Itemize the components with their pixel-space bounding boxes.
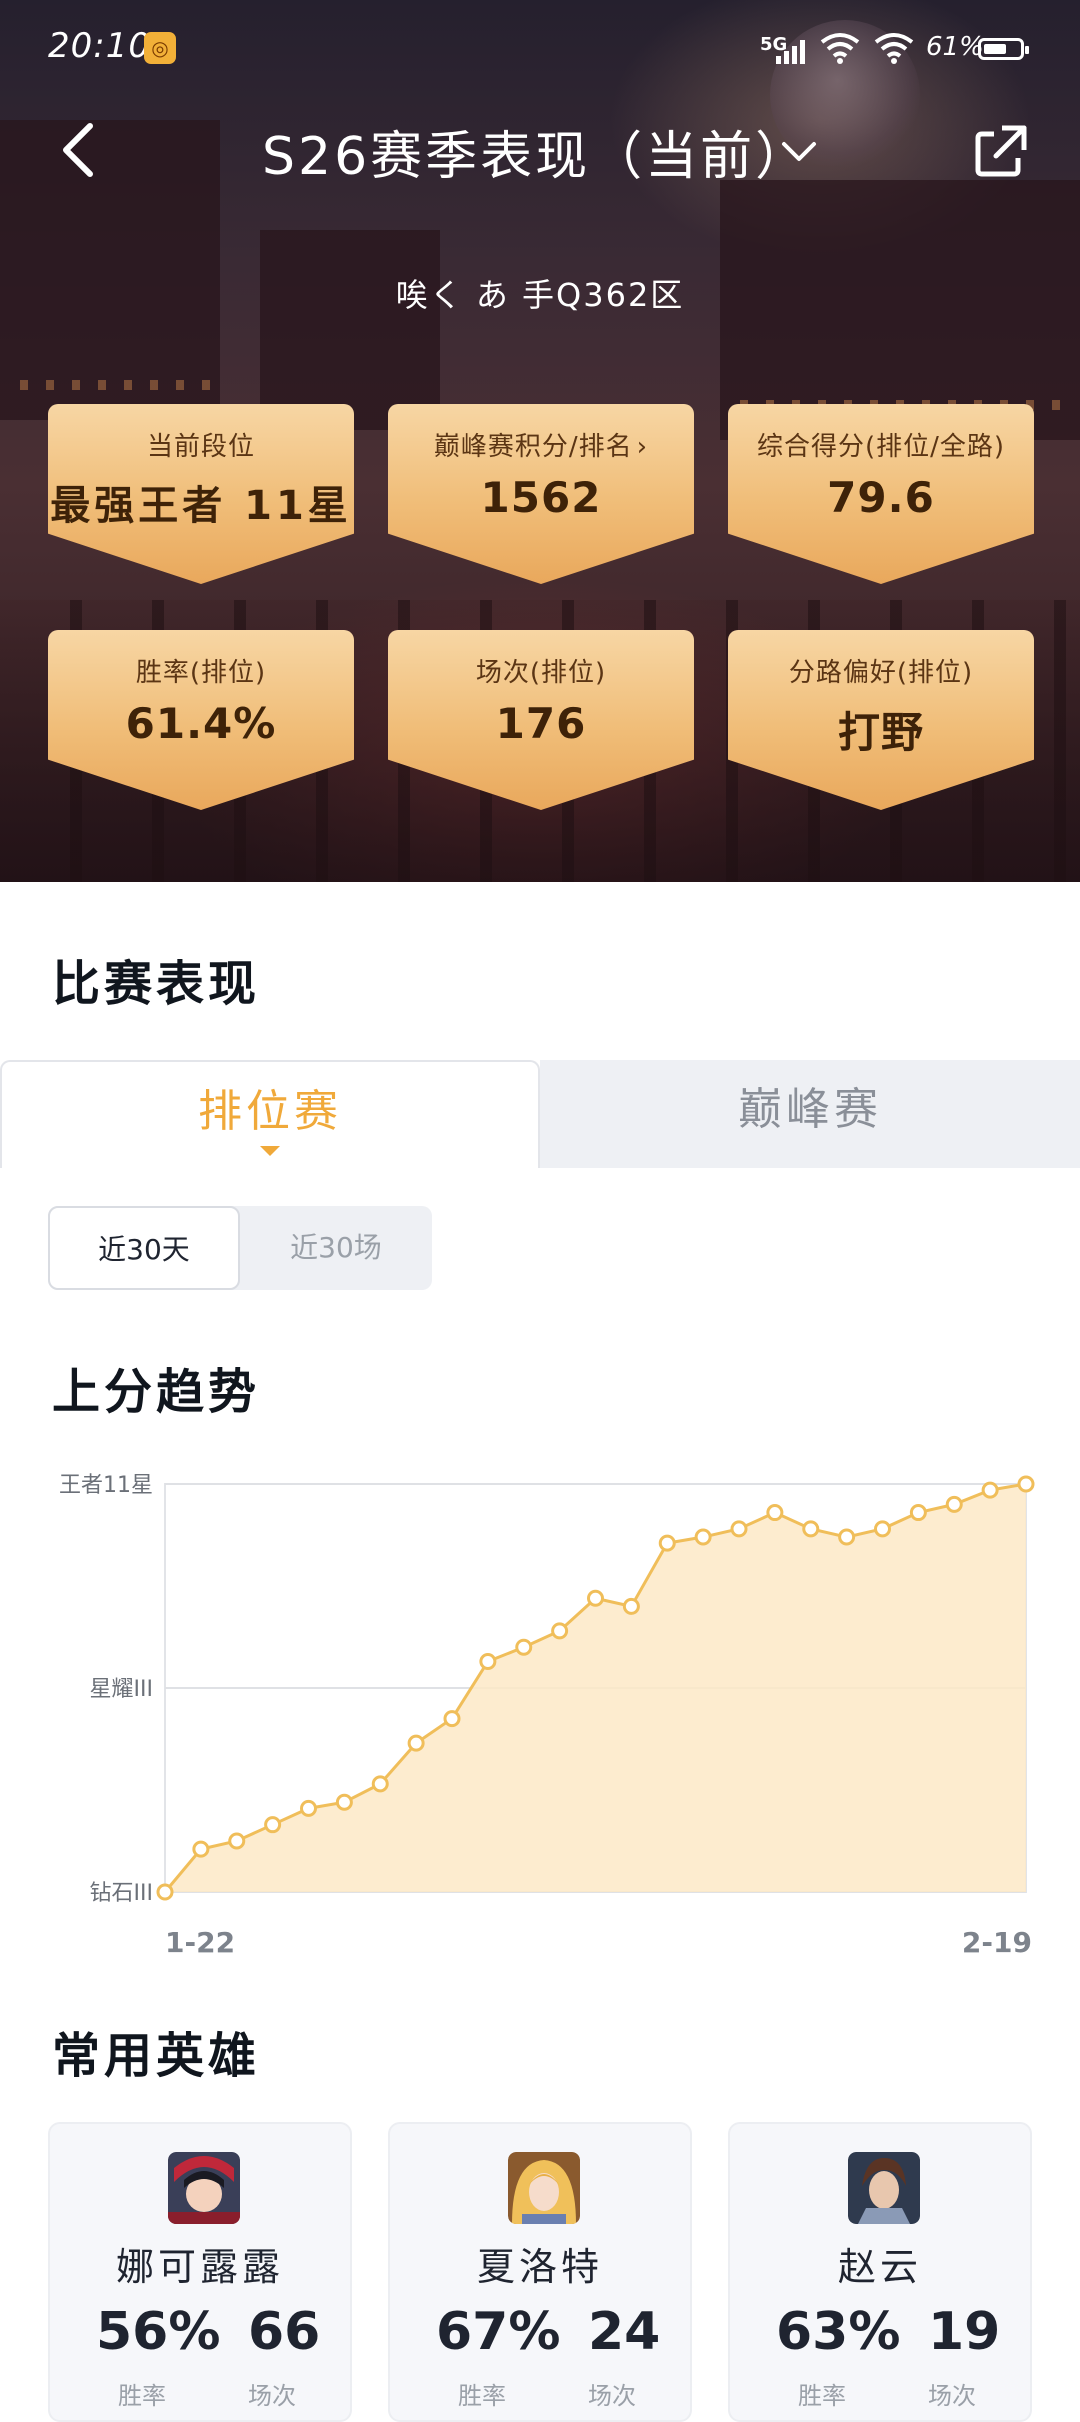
app-notification-icon: ◎: [144, 32, 176, 64]
hero-win-rate: 67%: [436, 2302, 561, 2362]
share-icon[interactable]: [972, 122, 1030, 180]
y-tick-label: 钻石III: [90, 1881, 153, 1906]
trend-point: [981, 1481, 999, 1499]
section-title-performance: 比赛表现: [52, 956, 261, 1012]
hero-games: 66: [248, 2302, 321, 2362]
stat-label: 当前段位: [146, 432, 255, 462]
stat-label: 场次(排位): [475, 658, 607, 688]
trend-point: [479, 1652, 497, 1670]
stat-label: 综合得分(排位/全路): [756, 432, 1006, 462]
nav-bar: S26赛季表现（当前）: [0, 100, 1080, 200]
match-type-tabs: 排位赛 巅峰赛: [0, 1060, 1080, 1168]
wifi-icon: [820, 33, 860, 64]
hero-name: 娜可露露: [115, 2245, 284, 2289]
trend-point: [909, 1504, 927, 1522]
chevron-down-icon[interactable]: [778, 130, 820, 172]
trend-point: [156, 1883, 174, 1901]
tab-peak[interactable]: 巅峰赛: [540, 1060, 1080, 1168]
status-time: 20:10: [48, 26, 151, 66]
trend-point: [1017, 1475, 1035, 1493]
stat-value: 79.6: [827, 473, 935, 522]
signal-icon: [776, 40, 805, 64]
range-filter: 近30天 近30场: [48, 1206, 432, 1290]
stat-label: 分路偏好(排位): [788, 658, 974, 688]
hero-card[interactable]: 夏洛特 67% 24 胜率 场次: [388, 2122, 692, 2422]
trend-point: [622, 1597, 640, 1615]
active-tab-indicator: [260, 1146, 280, 1156]
hero-win-rate: 63%: [776, 2302, 901, 2362]
hero-name: 夏洛特: [476, 2245, 603, 2289]
stat-card-current-rank: 当前段位 最强王者 11星: [48, 404, 354, 584]
hero-avatar: [848, 2152, 920, 2224]
hero-games: 19: [928, 2302, 1001, 2362]
chevron-right-icon: ›: [636, 432, 649, 462]
win-rate-label: 胜率: [798, 2382, 846, 2410]
hero-name: 赵云: [837, 2245, 922, 2289]
trend-point: [874, 1520, 891, 1538]
trend-point: [587, 1589, 604, 1607]
trend-point: [838, 1528, 856, 1546]
rank-trend-chart: 钻石III 星耀III 王者11星 1-22 2-19: [0, 1440, 1080, 1980]
building-silhouette: [260, 230, 440, 430]
stat-card-overall-score: 综合得分(排位/全路) 79.6: [728, 404, 1034, 584]
section-title-heroes: 常用英雄: [52, 2028, 261, 2084]
trend-point: [228, 1832, 246, 1850]
hero-avatar: [168, 2152, 240, 2224]
win-rate-label: 胜率: [458, 2382, 506, 2410]
hero-avatar: [508, 2152, 580, 2224]
hero-card[interactable]: 赵云 63% 19 胜率 场次: [728, 2122, 1032, 2422]
filter-last-30-days[interactable]: 近30天: [48, 1206, 240, 1290]
filter-last-30-games[interactable]: 近30场: [240, 1206, 432, 1290]
battery-percent: 61%: [926, 32, 984, 62]
trend-point: [407, 1734, 425, 1752]
status-bar: 20:10 ◎ 5G 61%: [0, 0, 1080, 96]
hero-games: 24: [588, 2302, 661, 2362]
trend-point: [694, 1528, 712, 1546]
trend-point: [945, 1495, 963, 1513]
stat-value: 61.4%: [125, 699, 277, 748]
trend-point: [443, 1710, 461, 1728]
section-title-trend: 上分趋势: [52, 1364, 261, 1420]
stat-card-peak-score[interactable]: 巅峰赛积分/排名 › 1562: [388, 404, 694, 584]
games-label: 场次: [248, 2382, 296, 2410]
player-name-server: 唉く あ 手Q362区: [395, 276, 685, 314]
building-lights: [20, 380, 220, 390]
x-tick-label: 1-22: [165, 1926, 235, 1959]
profile-header-background: 20:10 ◎ 5G 61% S26赛季表现（当前） 唉く あ 手Q362区 当…: [0, 0, 1080, 882]
trend-point: [371, 1775, 389, 1793]
x-tick-label: 2-19: [962, 1926, 1032, 1959]
trend-chart-svg: 钻石III 星耀III 王者11星 1-22 2-19: [59, 1473, 1035, 1959]
trend-point: [264, 1816, 282, 1834]
page-title: S26赛季表现（当前）: [262, 127, 811, 187]
games-label: 场次: [928, 2382, 976, 2410]
battery-icon: [978, 38, 1029, 60]
stat-value: 打野: [837, 708, 924, 757]
trend-point: [658, 1534, 676, 1552]
wifi-icon: [874, 33, 914, 64]
y-tick-label: 王者11星: [59, 1473, 153, 1498]
hero-card[interactable]: 娜可露露 56% 66 胜率 场次: [48, 2122, 352, 2422]
stat-value: 1562: [480, 473, 602, 522]
games-label: 场次: [588, 2382, 636, 2410]
stat-label: 胜率(排位): [135, 658, 267, 688]
win-rate-label: 胜率: [118, 2382, 166, 2410]
y-tick-label: 星耀III: [90, 1677, 153, 1702]
trend-point: [192, 1840, 210, 1858]
hero-win-rate: 56%: [96, 2302, 221, 2362]
trend-point: [515, 1638, 533, 1656]
stat-value: 最强王者 11星: [50, 483, 352, 529]
stat-label: 巅峰赛积分/排名 ›: [433, 432, 649, 462]
stat-value: 176: [495, 699, 587, 748]
trend-point: [300, 1799, 317, 1817]
trend-point: [730, 1520, 748, 1538]
back-arrow-icon[interactable]: [56, 122, 100, 178]
trend-point: [335, 1793, 353, 1811]
trend-point: [551, 1622, 569, 1640]
trend-point: [766, 1504, 784, 1522]
trend-point: [802, 1520, 820, 1538]
